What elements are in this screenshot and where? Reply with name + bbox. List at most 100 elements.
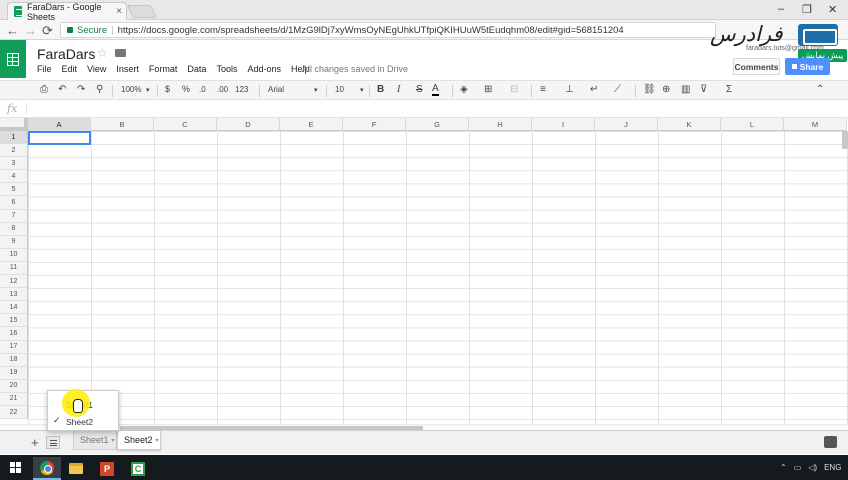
row-header-22[interactable]: 22 bbox=[0, 406, 27, 420]
font-size-select[interactable]: 10 bbox=[335, 85, 344, 94]
functions-icon[interactable]: Σ bbox=[726, 84, 732, 95]
menu-insert[interactable]: Insert bbox=[116, 64, 139, 74]
back-icon[interactable]: ← bbox=[6, 23, 19, 38]
taskbar-explorer[interactable] bbox=[62, 457, 90, 480]
row-header-11[interactable]: 11 bbox=[0, 262, 27, 276]
column-header-m[interactable]: M bbox=[784, 118, 847, 131]
text-wrap-icon[interactable]: ↵ bbox=[590, 84, 598, 95]
save-status[interactable]: All changes saved in Drive bbox=[302, 64, 408, 74]
collapse-menu-icon[interactable]: ⌃ bbox=[816, 84, 824, 95]
column-header-e[interactable]: E bbox=[280, 118, 343, 131]
column-header-a[interactable]: A bbox=[28, 118, 91, 131]
menu-view[interactable]: View bbox=[87, 64, 106, 74]
text-color-button[interactable]: A bbox=[432, 84, 439, 96]
row-header-12[interactable]: 12 bbox=[0, 275, 27, 289]
star-icon[interactable]: ☆ bbox=[97, 46, 108, 60]
all-sheets-button[interactable] bbox=[46, 436, 60, 449]
bold-button[interactable]: B bbox=[377, 84, 384, 95]
document-title[interactable]: FaraDars bbox=[37, 46, 95, 62]
row-header-3[interactable]: 3 bbox=[0, 157, 27, 171]
vertical-scrollbar[interactable] bbox=[842, 131, 848, 149]
row-header-10[interactable]: 10 bbox=[0, 249, 27, 262]
url-input[interactable]: Secure | https://docs.google.com/spreads… bbox=[60, 22, 716, 38]
column-header-d[interactable]: D bbox=[217, 118, 280, 131]
column-header-b[interactable]: B bbox=[91, 118, 154, 131]
row-header-2[interactable]: 2 bbox=[0, 144, 27, 158]
insert-comment-icon[interactable]: ⊕ bbox=[662, 84, 670, 95]
sheet-tab-sheet1[interactable]: Sheet1 ▾ bbox=[73, 431, 117, 450]
forward-icon[interactable]: → bbox=[24, 23, 37, 38]
italic-button[interactable]: I bbox=[397, 84, 400, 95]
paint-format-icon[interactable]: ⚲ bbox=[96, 84, 103, 95]
row-header-4[interactable]: 4 bbox=[0, 170, 27, 184]
print-icon[interactable]: ⎙ bbox=[40, 84, 48, 95]
window-close-button[interactable]: ✕ bbox=[828, 3, 837, 16]
percent-button[interactable]: % bbox=[182, 84, 190, 94]
decrease-decimal-button[interactable]: .0 bbox=[199, 85, 206, 94]
menu-edit[interactable]: Edit bbox=[62, 64, 78, 74]
formula-input[interactable] bbox=[32, 102, 842, 116]
column-header-f[interactable]: F bbox=[343, 118, 406, 131]
spreadsheet-grid[interactable]: ABCDEFGHIJKLM 1 2 3 4 5 6 7 8 9 10 11 12 13 14 15 16 17 1… bbox=[0, 118, 848, 429]
row-header-9[interactable]: 9 bbox=[0, 236, 27, 249]
row-header-1[interactable]: 1 bbox=[0, 131, 27, 145]
fill-color-icon[interactable]: ◈ bbox=[460, 84, 468, 95]
horizontal-align-icon[interactable]: ≡ bbox=[540, 84, 546, 95]
column-header-j[interactable]: J bbox=[595, 118, 658, 131]
column-header-k[interactable]: K bbox=[658, 118, 721, 131]
column-header-l[interactable]: L bbox=[721, 118, 784, 131]
row-header-14[interactable]: 14 bbox=[0, 301, 27, 315]
row-header-15[interactable]: 15 bbox=[0, 314, 27, 328]
row-header-8[interactable]: 8 bbox=[0, 223, 27, 236]
column-header-c[interactable]: C bbox=[154, 118, 217, 131]
windows-start-icon[interactable] bbox=[10, 462, 21, 473]
active-cell-a1[interactable] bbox=[28, 131, 91, 145]
menu-file[interactable]: File bbox=[37, 64, 52, 74]
sheet-menu-item-sheet2[interactable]: Sheet2 bbox=[48, 413, 120, 430]
row-header-13[interactable]: 13 bbox=[0, 288, 27, 302]
taskbar-powerpoint[interactable]: P bbox=[93, 457, 121, 480]
folder-icon[interactable] bbox=[115, 49, 126, 57]
share-button[interactable]: Share bbox=[785, 58, 830, 75]
menu-data[interactable]: Data bbox=[187, 64, 206, 74]
taskbar-chrome[interactable] bbox=[33, 457, 61, 480]
column-header-i[interactable]: I bbox=[532, 118, 595, 131]
comments-button[interactable]: Comments bbox=[733, 58, 780, 75]
network-icon[interactable]: ▭ bbox=[794, 463, 802, 472]
increase-decimal-button[interactable]: .00 bbox=[217, 85, 228, 94]
menu-tools[interactable]: Tools bbox=[216, 64, 237, 74]
sheet-tab-sheet2[interactable]: Sheet2 ▾ bbox=[117, 431, 161, 450]
column-header-g[interactable]: G bbox=[406, 118, 469, 131]
zoom-select[interactable]: 100% bbox=[121, 85, 141, 94]
taskbar-camtasia[interactable]: C bbox=[124, 457, 152, 480]
row-header-17[interactable]: 17 bbox=[0, 341, 27, 354]
insert-link-icon[interactable]: ⛓ bbox=[643, 84, 656, 95]
volume-icon[interactable]: ◁) bbox=[808, 463, 817, 472]
strikethrough-button[interactable]: S bbox=[416, 84, 423, 95]
explore-icon[interactable] bbox=[824, 436, 837, 448]
row-header-16[interactable]: 16 bbox=[0, 327, 27, 341]
text-rotate-icon[interactable]: ⟋ bbox=[614, 84, 621, 95]
borders-icon[interactable]: ⊞ bbox=[484, 84, 492, 95]
select-all-corner[interactable] bbox=[0, 118, 28, 131]
tab-close-icon[interactable]: × bbox=[116, 6, 122, 17]
tray-up-icon[interactable]: ⌃ bbox=[780, 463, 787, 472]
row-header-20[interactable]: 20 bbox=[0, 380, 27, 393]
row-header-6[interactable]: 6 bbox=[0, 196, 27, 210]
insert-chart-icon[interactable]: ▥ bbox=[681, 84, 690, 95]
menu-format[interactable]: Format bbox=[149, 64, 178, 74]
row-header-18[interactable]: 18 bbox=[0, 354, 27, 367]
row-header-5[interactable]: 5 bbox=[0, 183, 27, 197]
undo-icon[interactable]: ↶ bbox=[58, 84, 66, 95]
add-sheet-button[interactable]: + bbox=[31, 435, 39, 450]
cell-area[interactable] bbox=[28, 131, 848, 429]
vertical-align-icon[interactable]: ⊥ bbox=[565, 84, 574, 95]
language-indicator[interactable]: ENG bbox=[824, 463, 841, 472]
menu-addons[interactable]: Add-ons bbox=[247, 64, 281, 74]
window-minimize-button[interactable]: – bbox=[778, 3, 784, 15]
filter-icon[interactable]: ⊽ bbox=[700, 84, 707, 95]
row-header-21[interactable]: 21 bbox=[0, 393, 27, 406]
reload-icon[interactable]: ⟳ bbox=[42, 23, 53, 39]
merge-cells-icon[interactable]: ⊟ bbox=[510, 84, 518, 95]
window-maximize-button[interactable]: ❐ bbox=[802, 3, 812, 16]
